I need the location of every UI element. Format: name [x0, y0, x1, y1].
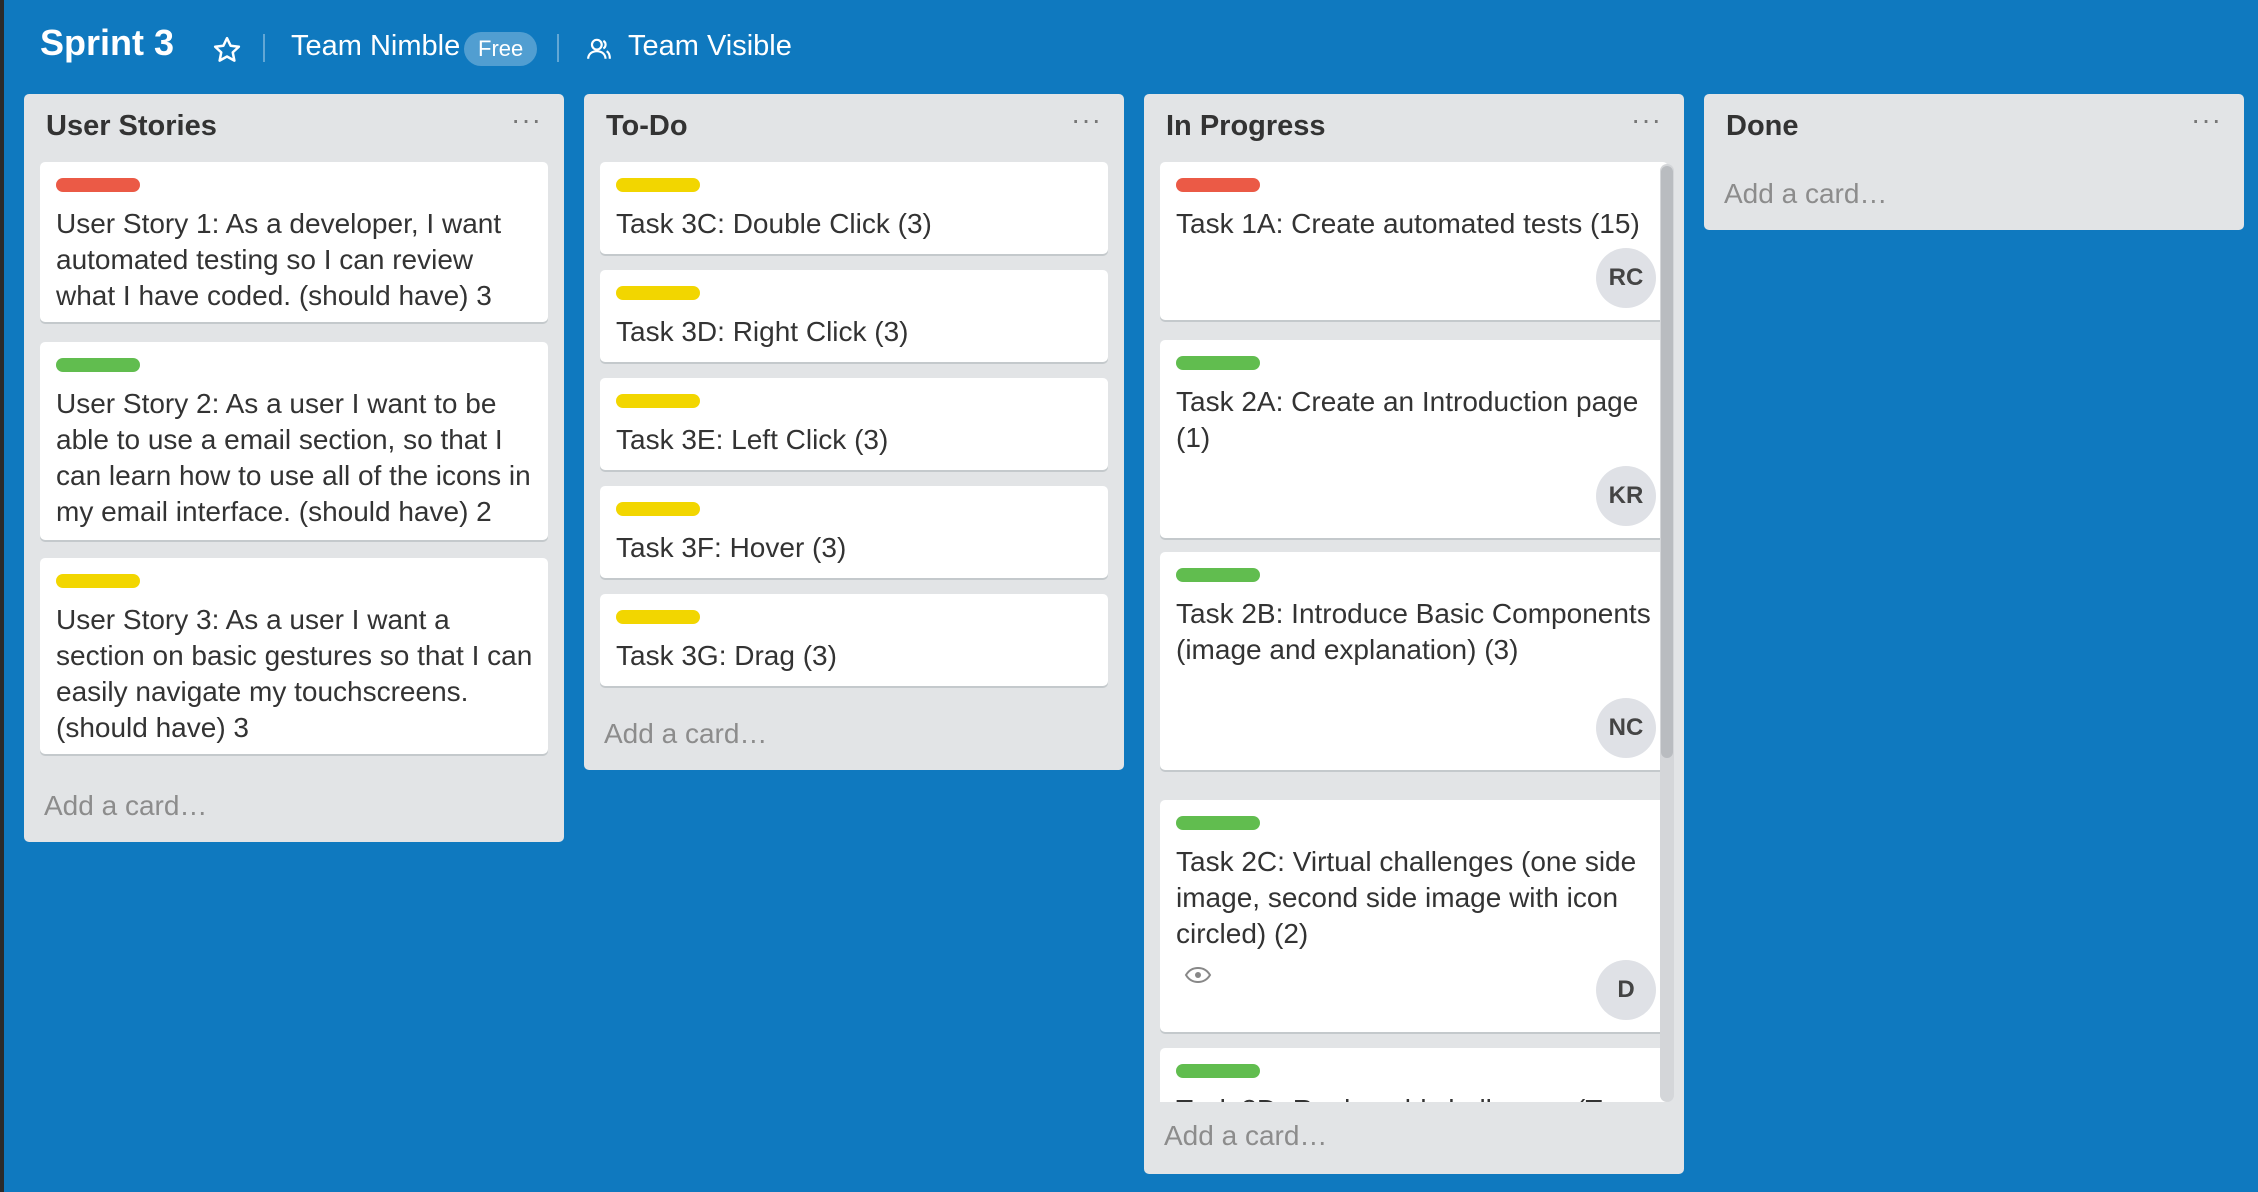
- card-label-green: [1176, 568, 1260, 582]
- card-label-yellow: [616, 394, 700, 408]
- add-card-button[interactable]: Add a card…: [1724, 178, 1887, 210]
- window-edge: [0, 0, 4, 1192]
- card-label-yellow: [616, 286, 700, 300]
- member-avatar[interactable]: D: [1596, 960, 1656, 1020]
- star-icon[interactable]: [212, 35, 242, 65]
- list-menu-icon[interactable]: ···: [2191, 104, 2222, 136]
- card[interactable]: Task 2D: Real-world challenges (Try: [1160, 1048, 1668, 1102]
- card[interactable]: Task 3G: Drag (3): [600, 594, 1108, 686]
- list-title[interactable]: User Stories: [46, 110, 217, 143]
- add-card-button[interactable]: Add a card…: [604, 718, 767, 750]
- list-done: Done ··· Add a card…: [1704, 94, 2244, 230]
- list-title[interactable]: Done: [1726, 110, 1799, 143]
- header-divider: [263, 34, 265, 62]
- list-menu-icon[interactable]: ···: [1631, 104, 1662, 136]
- card-label-green: [1176, 816, 1260, 830]
- team-visible-button[interactable]: Team Visible: [628, 30, 792, 63]
- team-visible-icon[interactable]: [586, 36, 612, 62]
- scrollbar[interactable]: [1660, 164, 1674, 1102]
- card[interactable]: Task 2B: Introduce Basic Components (ima…: [1160, 552, 1668, 770]
- card-title: Task 2A: Create an Introduction page (1): [1176, 386, 1639, 453]
- card-title: Task 3F: Hover (3): [616, 532, 847, 563]
- card-title: User Story 2: As a user I want to be abl…: [56, 388, 531, 527]
- member-avatar[interactable]: KR: [1596, 466, 1656, 526]
- card[interactable]: Task 3F: Hover (3): [600, 486, 1108, 578]
- board-header: Sprint 3 Team Nimble Free Team Visible: [0, 0, 2258, 94]
- card-title: User Story 3: As a user I want a section…: [56, 604, 533, 743]
- card[interactable]: Task 3C: Double Click (3): [600, 162, 1108, 254]
- card[interactable]: Task 1A: Create automated tests (15) RC: [1160, 162, 1668, 320]
- member-avatar[interactable]: RC: [1596, 248, 1656, 308]
- card-title: User Story 1: As a developer, I want aut…: [56, 208, 502, 311]
- card-label-green: [56, 358, 140, 372]
- card-label-red: [1176, 178, 1260, 192]
- card-title: Task 3G: Drag (3): [616, 640, 837, 671]
- card-label-yellow: [56, 574, 140, 588]
- team-name-link[interactable]: Team Nimble: [291, 30, 460, 63]
- card-label-green: [1176, 1064, 1260, 1078]
- card[interactable]: Task 2C: Virtual challenges (one side im…: [1160, 800, 1668, 1032]
- card-label-yellow: [616, 178, 700, 192]
- card[interactable]: Task 3D: Right Click (3): [600, 270, 1108, 362]
- scrollbar-thumb[interactable]: [1661, 166, 1673, 758]
- card-title: Task 3E: Left Click (3): [616, 424, 889, 455]
- list-title[interactable]: In Progress: [1166, 110, 1326, 143]
- card-title: Task 2D: Real-world challenges (Try: [1176, 1092, 1656, 1102]
- card-label-red: [56, 178, 140, 192]
- list-to-do: To-Do ··· Task 3C: Double Click (3) Task…: [584, 94, 1124, 770]
- card-title: Task 3C: Double Click (3): [616, 208, 932, 239]
- card-title: Task 1A: Create automated tests (15): [1176, 208, 1640, 239]
- list-menu-icon[interactable]: ···: [511, 104, 542, 136]
- card[interactable]: User Story 2: As a user I want to be abl…: [40, 342, 548, 540]
- board-title[interactable]: Sprint 3: [40, 22, 174, 64]
- card[interactable]: User Story 3: As a user I want a section…: [40, 558, 548, 754]
- card-scroll-area: Task 1A: Create automated tests (15) RC …: [1160, 160, 1668, 1102]
- card-label-green: [1176, 356, 1260, 370]
- add-card-button[interactable]: Add a card…: [44, 790, 207, 822]
- card[interactable]: Task 3E: Left Click (3): [600, 378, 1108, 470]
- member-avatar[interactable]: NC: [1596, 698, 1656, 758]
- list-in-progress: In Progress ··· Task 1A: Create automate…: [1144, 94, 1684, 1174]
- card[interactable]: User Story 1: As a developer, I want aut…: [40, 162, 548, 322]
- header-divider: [557, 34, 559, 62]
- plan-badge: Free: [464, 32, 538, 66]
- card[interactable]: Task 2A: Create an Introduction page (1)…: [1160, 340, 1668, 538]
- list-user-stories: User Stories ··· User Story 1: As a deve…: [24, 94, 564, 842]
- card-label-yellow: [616, 610, 700, 624]
- card-title: Task 2C: Virtual challenges (one side im…: [1176, 846, 1637, 949]
- list-title[interactable]: To-Do: [606, 110, 688, 143]
- add-card-button[interactable]: Add a card…: [1164, 1120, 1327, 1152]
- card-title: Task 2B: Introduce Basic Components (ima…: [1176, 598, 1651, 665]
- card-label-yellow: [616, 502, 700, 516]
- card-title: Task 3D: Right Click (3): [616, 316, 909, 347]
- eye-icon: [1184, 966, 1212, 984]
- list-menu-icon[interactable]: ···: [1071, 104, 1102, 136]
